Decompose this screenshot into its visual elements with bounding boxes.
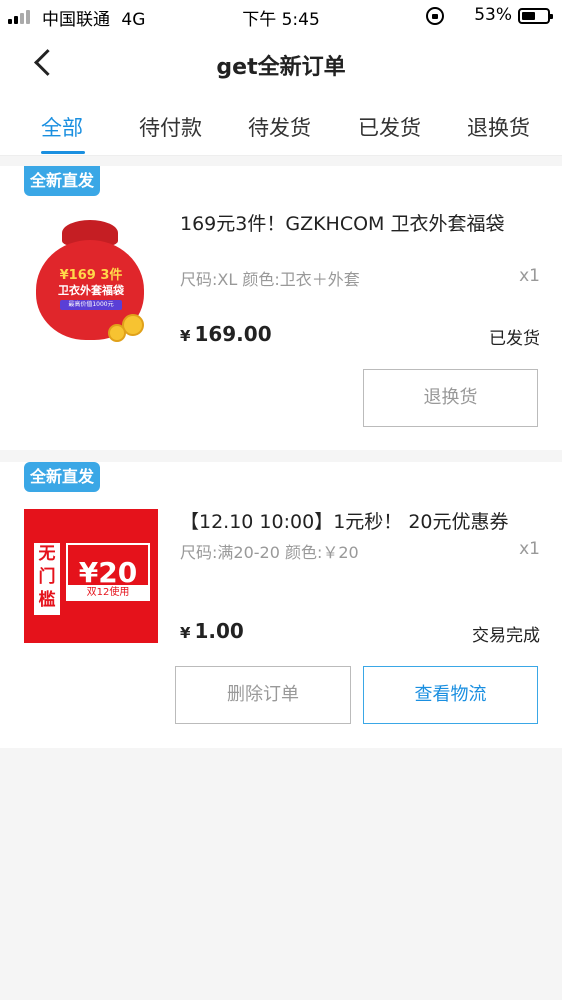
view-logistics-button[interactable]: 查看物流 <box>363 666 538 724</box>
product-quantity: x1 <box>519 266 540 286</box>
order-badge: 全新直发 <box>24 166 100 196</box>
product-spec: 尺码:XL 颜色:卫衣＋外套 <box>180 270 360 289</box>
delete-order-button[interactable]: 删除订单 <box>175 666 351 724</box>
image-tag-text: 最高价值1000元 <box>60 300 122 310</box>
page-title: get全新订单 <box>216 55 346 80</box>
nav-bar: get全新订单 <box>0 32 562 96</box>
price-value: 169.00 <box>194 322 272 346</box>
order-status: 交易完成 <box>472 626 540 646</box>
image-sub-text: 双12使用 <box>66 585 150 601</box>
product-spec: 尺码:满20-20 颜色:￥20 <box>180 543 359 562</box>
tab-returns[interactable]: 退换货 <box>467 112 530 142</box>
product-title[interactable]: 169元3件！GZKHCOM 卫衣外套福袋 <box>180 212 540 236</box>
tab-shipped[interactable]: 已发货 <box>358 112 421 142</box>
return-exchange-button[interactable]: 退换货 <box>363 369 538 427</box>
order-card[interactable]: 全新直发 ¥169 3件 卫衣外套福袋 最高价值1000元 169元3件！GZK… <box>0 166 562 450</box>
price-value: 1.00 <box>194 619 244 643</box>
image-left-text: 无门槛 <box>34 543 60 615</box>
battery-fill <box>522 12 535 20</box>
product-quantity: x1 <box>519 539 540 559</box>
order-price: ¥1.00 <box>180 619 244 643</box>
order-status: 已发货 <box>489 329 540 349</box>
battery-percent: 53% <box>474 5 512 25</box>
product-title[interactable]: 【12.10 10:00】1元秒！ 20元优惠券 <box>180 510 540 534</box>
currency-symbol: ¥ <box>180 624 191 642</box>
currency-symbol: ¥ <box>180 327 191 345</box>
tab-all[interactable]: 全部 <box>41 112 83 142</box>
battery-icon <box>518 8 553 24</box>
active-tab-indicator <box>41 151 85 154</box>
image-name-text: 卫衣外套福袋 <box>58 284 124 297</box>
tab-pending-shipment[interactable]: 待发货 <box>248 112 311 142</box>
product-image[interactable]: 无门槛 ¥20 双12使用 <box>24 509 158 643</box>
order-card[interactable]: 全新直发 无门槛 ¥20 双12使用 【12.10 10:00】1元秒！ 20元… <box>0 462 562 748</box>
order-price: ¥169.00 <box>180 322 272 346</box>
order-tabs: 全部 待付款 待发货 已发货 退换货 <box>0 96 562 156</box>
product-image[interactable]: ¥169 3件 卫衣外套福袋 最高价值1000元 <box>24 214 158 348</box>
status-bar: 中国联通 4G 下午 5:45 53% <box>0 0 562 32</box>
tab-pending-payment[interactable]: 待付款 <box>139 112 202 142</box>
rotation-lock-icon <box>426 7 444 25</box>
order-badge: 全新直发 <box>24 462 100 492</box>
coin-icon <box>108 324 126 342</box>
image-price-text: ¥169 3件 <box>59 268 123 283</box>
